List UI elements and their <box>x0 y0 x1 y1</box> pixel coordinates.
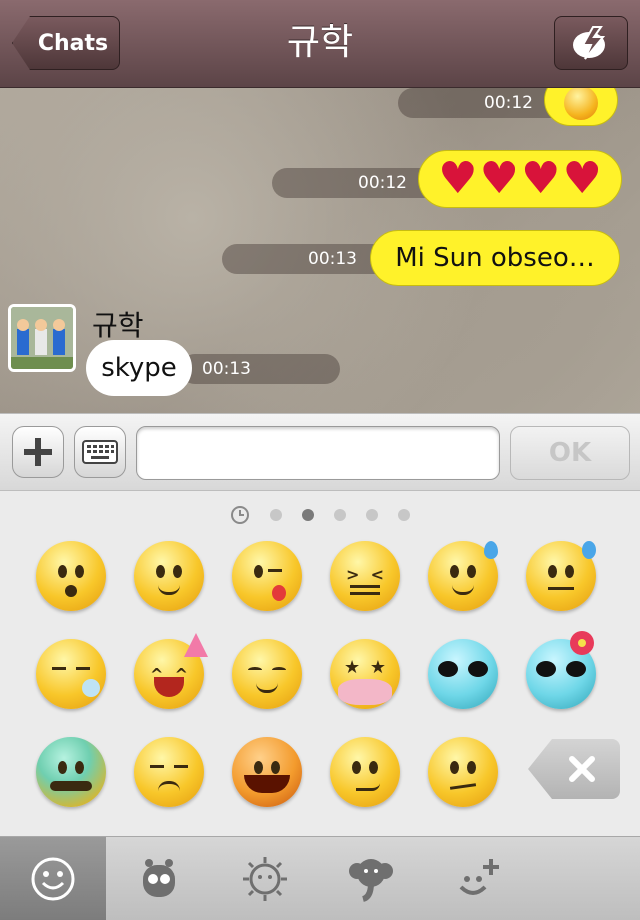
avatar[interactable] <box>8 304 76 372</box>
message-time: 00:13 <box>308 249 357 269</box>
page-dot[interactable] <box>366 509 378 521</box>
heart-icon: ♥ <box>521 153 561 204</box>
chat-title: 규학 <box>286 22 354 63</box>
heart-icon: ♥ <box>479 153 519 204</box>
message-time-pill: 00:13 <box>180 354 340 384</box>
squint-emoji-icon[interactable]: > < <box>330 541 400 611</box>
sweat-smile-emoji-icon[interactable] <box>428 541 498 611</box>
avatar-image <box>11 307 73 369</box>
message-bubble-emoticon[interactable] <box>544 88 618 126</box>
sleepy-emoji-icon[interactable] <box>36 639 106 709</box>
sick-emoji-icon[interactable] <box>36 737 106 807</box>
message-time-pill: 00:12 <box>398 88 568 118</box>
close-x-icon <box>569 756 595 782</box>
surprised-emoji-icon[interactable] <box>36 541 106 611</box>
worried-sweat-emoji-icon[interactable] <box>526 541 596 611</box>
smile-emoji-icon[interactable] <box>134 541 204 611</box>
message-bubble-text[interactable]: skype <box>86 340 192 396</box>
page-dot[interactable] <box>334 509 346 521</box>
attach-button[interactable] <box>12 426 64 478</box>
message-text: Mi Sun obseo… <box>395 243 595 273</box>
input-bar: OK <box>0 413 640 491</box>
message-time-pill: 00:12 <box>272 168 442 198</box>
sad-emoji-icon[interactable] <box>134 737 204 807</box>
annoyed-emoji-icon[interactable] <box>428 737 498 807</box>
heart-icon: ♥ <box>438 153 478 204</box>
smirk-emoji-icon[interactable] <box>330 737 400 807</box>
ok-button[interactable]: OK <box>510 426 630 480</box>
star-eyes-emoji-icon[interactable]: ★ ★ <box>330 639 400 709</box>
keyboard-icon <box>82 440 118 464</box>
back-button[interactable]: Chats <box>12 16 120 70</box>
page-dot[interactable] <box>270 509 282 521</box>
page-dot-active[interactable] <box>302 509 314 521</box>
plus-icon <box>24 438 52 466</box>
message-time: 00:13 <box>202 359 251 379</box>
tab-custom-add[interactable] <box>424 837 530 920</box>
message-bubble-text[interactable]: Mi Sun obseo… <box>370 230 620 286</box>
elephant-icon <box>349 859 393 902</box>
navigation-bar: Chats 규학 <box>0 0 640 88</box>
message-time: 00:12 <box>358 173 407 193</box>
back-button-label: Chats <box>37 30 109 56</box>
wink-tongue-emoji-icon[interactable] <box>232 541 302 611</box>
message-text: skype <box>101 353 177 383</box>
alien-flower-emoji-icon[interactable] <box>526 631 596 709</box>
tab-emoticon[interactable] <box>0 837 106 920</box>
page-indicator <box>0 505 640 525</box>
tab-character[interactable] <box>106 837 212 920</box>
keyboard-button[interactable] <box>74 426 126 478</box>
heart-icon: ♥ <box>562 153 602 204</box>
alien-emoji-icon[interactable] <box>428 639 498 709</box>
content-emoji-icon[interactable] <box>232 639 302 709</box>
chat-area[interactable]: 00:12 00:12 ♥ ♥ ♥ ♥ 00:13 Mi Sun obseo… … <box>0 88 640 413</box>
page-dot[interactable] <box>398 509 410 521</box>
sender-name: 규학 <box>92 309 144 342</box>
message-time: 00:12 <box>484 93 533 113</box>
tab-sun[interactable] <box>212 837 318 920</box>
backspace-button[interactable] <box>528 739 620 799</box>
recent-clock-icon[interactable] <box>230 505 250 525</box>
message-bubble-hearts[interactable]: ♥ ♥ ♥ ♥ <box>418 150 622 208</box>
emoticon-icon <box>564 88 598 120</box>
sun-icon <box>243 857 287 901</box>
flash-button[interactable] <box>554 16 628 70</box>
emoji-category-tabs <box>0 836 640 920</box>
lightning-icon <box>573 26 606 60</box>
devil-emoji-icon[interactable] <box>232 737 302 807</box>
ok-button-label: OK <box>548 438 592 468</box>
tab-elephant[interactable] <box>318 837 424 920</box>
emoji-keyboard: > < ^ ^ ★ ★ <box>0 491 640 836</box>
message-input[interactable] <box>136 426 500 480</box>
party-laugh-emoji-icon[interactable]: ^ ^ <box>134 633 208 709</box>
add-custom-icon <box>459 859 499 895</box>
character-icon <box>143 859 175 897</box>
smiley-icon <box>31 857 75 901</box>
message-time-pill: 00:13 <box>222 244 392 274</box>
